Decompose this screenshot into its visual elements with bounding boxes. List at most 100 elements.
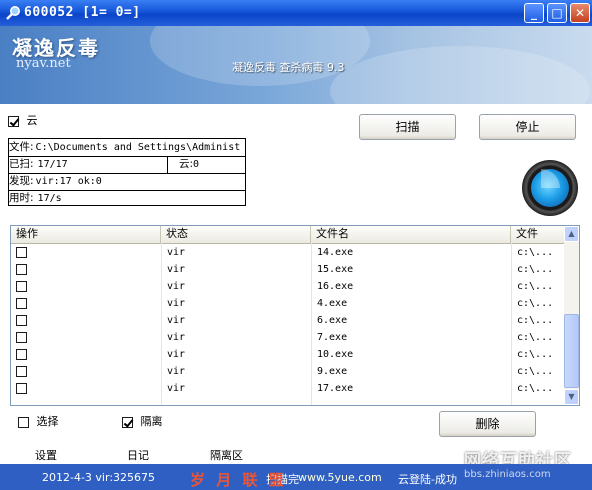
row-path: c:\... <box>517 332 554 343</box>
table-header: 操作 状态 文件名 文件 <box>11 226 564 244</box>
info-time-row: 用时: 17/s <box>9 190 245 207</box>
info-found-row: 发现: vir:17 ok:0 <box>9 173 245 191</box>
stop-button[interactable]: 停止 <box>479 114 576 140</box>
found-value: vir:17 ok:0 <box>35 176 102 187</box>
row-checkbox[interactable] <box>16 264 27 275</box>
col-status[interactable]: 状态 <box>161 226 311 243</box>
row-checkbox[interactable] <box>16 281 27 292</box>
row-checkbox[interactable] <box>16 332 27 343</box>
row-path: c:\... <box>517 298 554 309</box>
banner: 凝逸反毒 nyav.net 凝逸反毒 查杀病毒 9.3 <box>0 26 592 104</box>
row-path: c:\... <box>517 366 554 377</box>
select-checkbox[interactable] <box>18 416 29 428</box>
row-filename: 4.exe <box>317 298 348 309</box>
maximize-button[interactable]: □ <box>547 3 567 23</box>
row-filename: 9.exe <box>317 366 348 377</box>
row-checkbox[interactable] <box>16 383 27 394</box>
row-checkbox[interactable] <box>16 298 27 309</box>
status-date-version: 2012-4-3 vir:325675 <box>42 471 156 484</box>
cloud-checkbox[interactable] <box>8 115 19 127</box>
watermark-left-url: www.5yue.com <box>298 471 382 484</box>
table-row[interactable]: vir 15.exe c:\... <box>11 261 564 278</box>
minimize-button[interactable]: _ <box>524 3 544 23</box>
scrollbar-thumb[interactable] <box>564 314 579 388</box>
col-filename[interactable]: 文件名 <box>311 226 511 243</box>
cloud-count-label: 云: <box>179 158 194 170</box>
log-link[interactable]: 日记 <box>127 447 149 463</box>
row-status: vir <box>167 332 186 343</box>
watermark-right-url: bbs.zhiniaos.com <box>464 469 551 480</box>
row-path: c:\... <box>517 264 554 275</box>
title-bar: 600052 [1= 0=] _ □ ✕ <box>0 0 592 26</box>
site-url: nyav.net <box>16 56 71 71</box>
table-row[interactable]: vir 7.exe c:\... <box>11 329 564 346</box>
close-button[interactable]: ✕ <box>570 3 590 23</box>
row-status: vir <box>167 349 186 360</box>
row-checkbox[interactable] <box>16 247 27 258</box>
window-title: 600052 [1= 0=] <box>24 5 141 20</box>
row-status: vir <box>167 383 186 394</box>
cloud-checkbox-label: 云 <box>26 114 38 127</box>
row-filename: 14.exe <box>317 247 354 258</box>
quarantine-zone-link[interactable]: 隔离区 <box>210 447 243 463</box>
col-action[interactable]: 操作 <box>11 226 161 243</box>
scan-button[interactable]: 扫描 <box>359 114 456 140</box>
table-row[interactable]: vir 6.exe c:\... <box>11 312 564 329</box>
time-label: 用时: <box>9 192 34 204</box>
table-row[interactable]: vir 10.exe c:\... <box>11 346 564 363</box>
table-row[interactable]: vir 17.exe c:\... <box>11 380 564 397</box>
row-status: vir <box>167 298 186 309</box>
scanned-label: 已扫: <box>9 158 34 170</box>
time-value: 17/s <box>37 193 62 204</box>
file-label: 文件: <box>9 141 34 153</box>
row-filename: 17.exe <box>317 383 354 394</box>
search-icon <box>6 6 20 20</box>
quarantine-option[interactable]: 隔离 <box>122 413 163 429</box>
row-checkbox[interactable] <box>16 315 27 326</box>
scanned-value: 17/17 <box>37 159 68 170</box>
quarantine-checkbox-label: 隔离 <box>140 415 163 428</box>
row-path: c:\... <box>517 247 554 258</box>
info-file-row: 文件: C:\Documents and Settings\Administ <box>9 139 245 157</box>
delete-button[interactable]: 删除 <box>439 411 536 437</box>
file-value: C:\Documents and Settings\Administ <box>35 142 241 153</box>
status-login: 云登陆-成功 <box>398 473 457 486</box>
watermark-left: 岁 月 联 盟 <box>190 471 287 489</box>
row-status: vir <box>167 281 186 292</box>
row-status: vir <box>167 247 186 258</box>
cloud-count-value: 0 <box>193 159 200 170</box>
row-filename: 16.exe <box>317 281 354 292</box>
row-path: c:\... <box>517 315 554 326</box>
row-path: c:\... <box>517 349 554 360</box>
row-status: vir <box>167 264 186 275</box>
quarantine-checkbox[interactable] <box>122 416 133 428</box>
select-checkbox-label: 选择 <box>36 415 59 428</box>
scroll-up-icon[interactable]: ▲ <box>564 226 579 242</box>
col-file[interactable]: 文件 <box>511 226 564 243</box>
row-status: vir <box>167 366 186 377</box>
results-table[interactable]: 操作 状态 文件名 文件 vir 14.exe c:\... vir 15.exe c:\… <box>10 225 580 406</box>
row-path: c:\... <box>517 383 554 394</box>
row-filename: 10.exe <box>317 349 354 360</box>
table-row[interactable]: vir 4.exe c:\... <box>11 295 564 312</box>
select-option[interactable]: 选择 <box>18 413 59 429</box>
found-label: 发现: <box>9 175 34 187</box>
banner-subtitle: 凝逸反毒 查杀病毒 9.3 <box>232 61 345 74</box>
info-scanned-row: 已扫: 17/17 云:0 <box>9 156 245 174</box>
table-row[interactable]: vir 14.exe c:\... <box>11 244 564 261</box>
settings-link[interactable]: 设置 <box>35 447 57 463</box>
table-scrollbar[interactable]: ▲ ▼ <box>564 226 579 405</box>
row-path: c:\... <box>517 281 554 292</box>
table-row[interactable]: vir 9.exe c:\... <box>11 363 564 380</box>
row-filename: 6.exe <box>317 315 348 326</box>
table-row[interactable]: vir 16.exe c:\... <box>11 278 564 295</box>
scroll-down-icon[interactable]: ▼ <box>564 389 579 405</box>
scan-info-box: 文件: C:\Documents and Settings\Administ 已扫… <box>8 138 246 206</box>
radar-scan-icon <box>522 160 578 216</box>
row-filename: 7.exe <box>317 332 348 343</box>
cloud-option[interactable]: 云 <box>8 112 38 128</box>
row-status: vir <box>167 315 186 326</box>
row-checkbox[interactable] <box>16 349 27 360</box>
row-checkbox[interactable] <box>16 366 27 377</box>
row-filename: 15.exe <box>317 264 354 275</box>
